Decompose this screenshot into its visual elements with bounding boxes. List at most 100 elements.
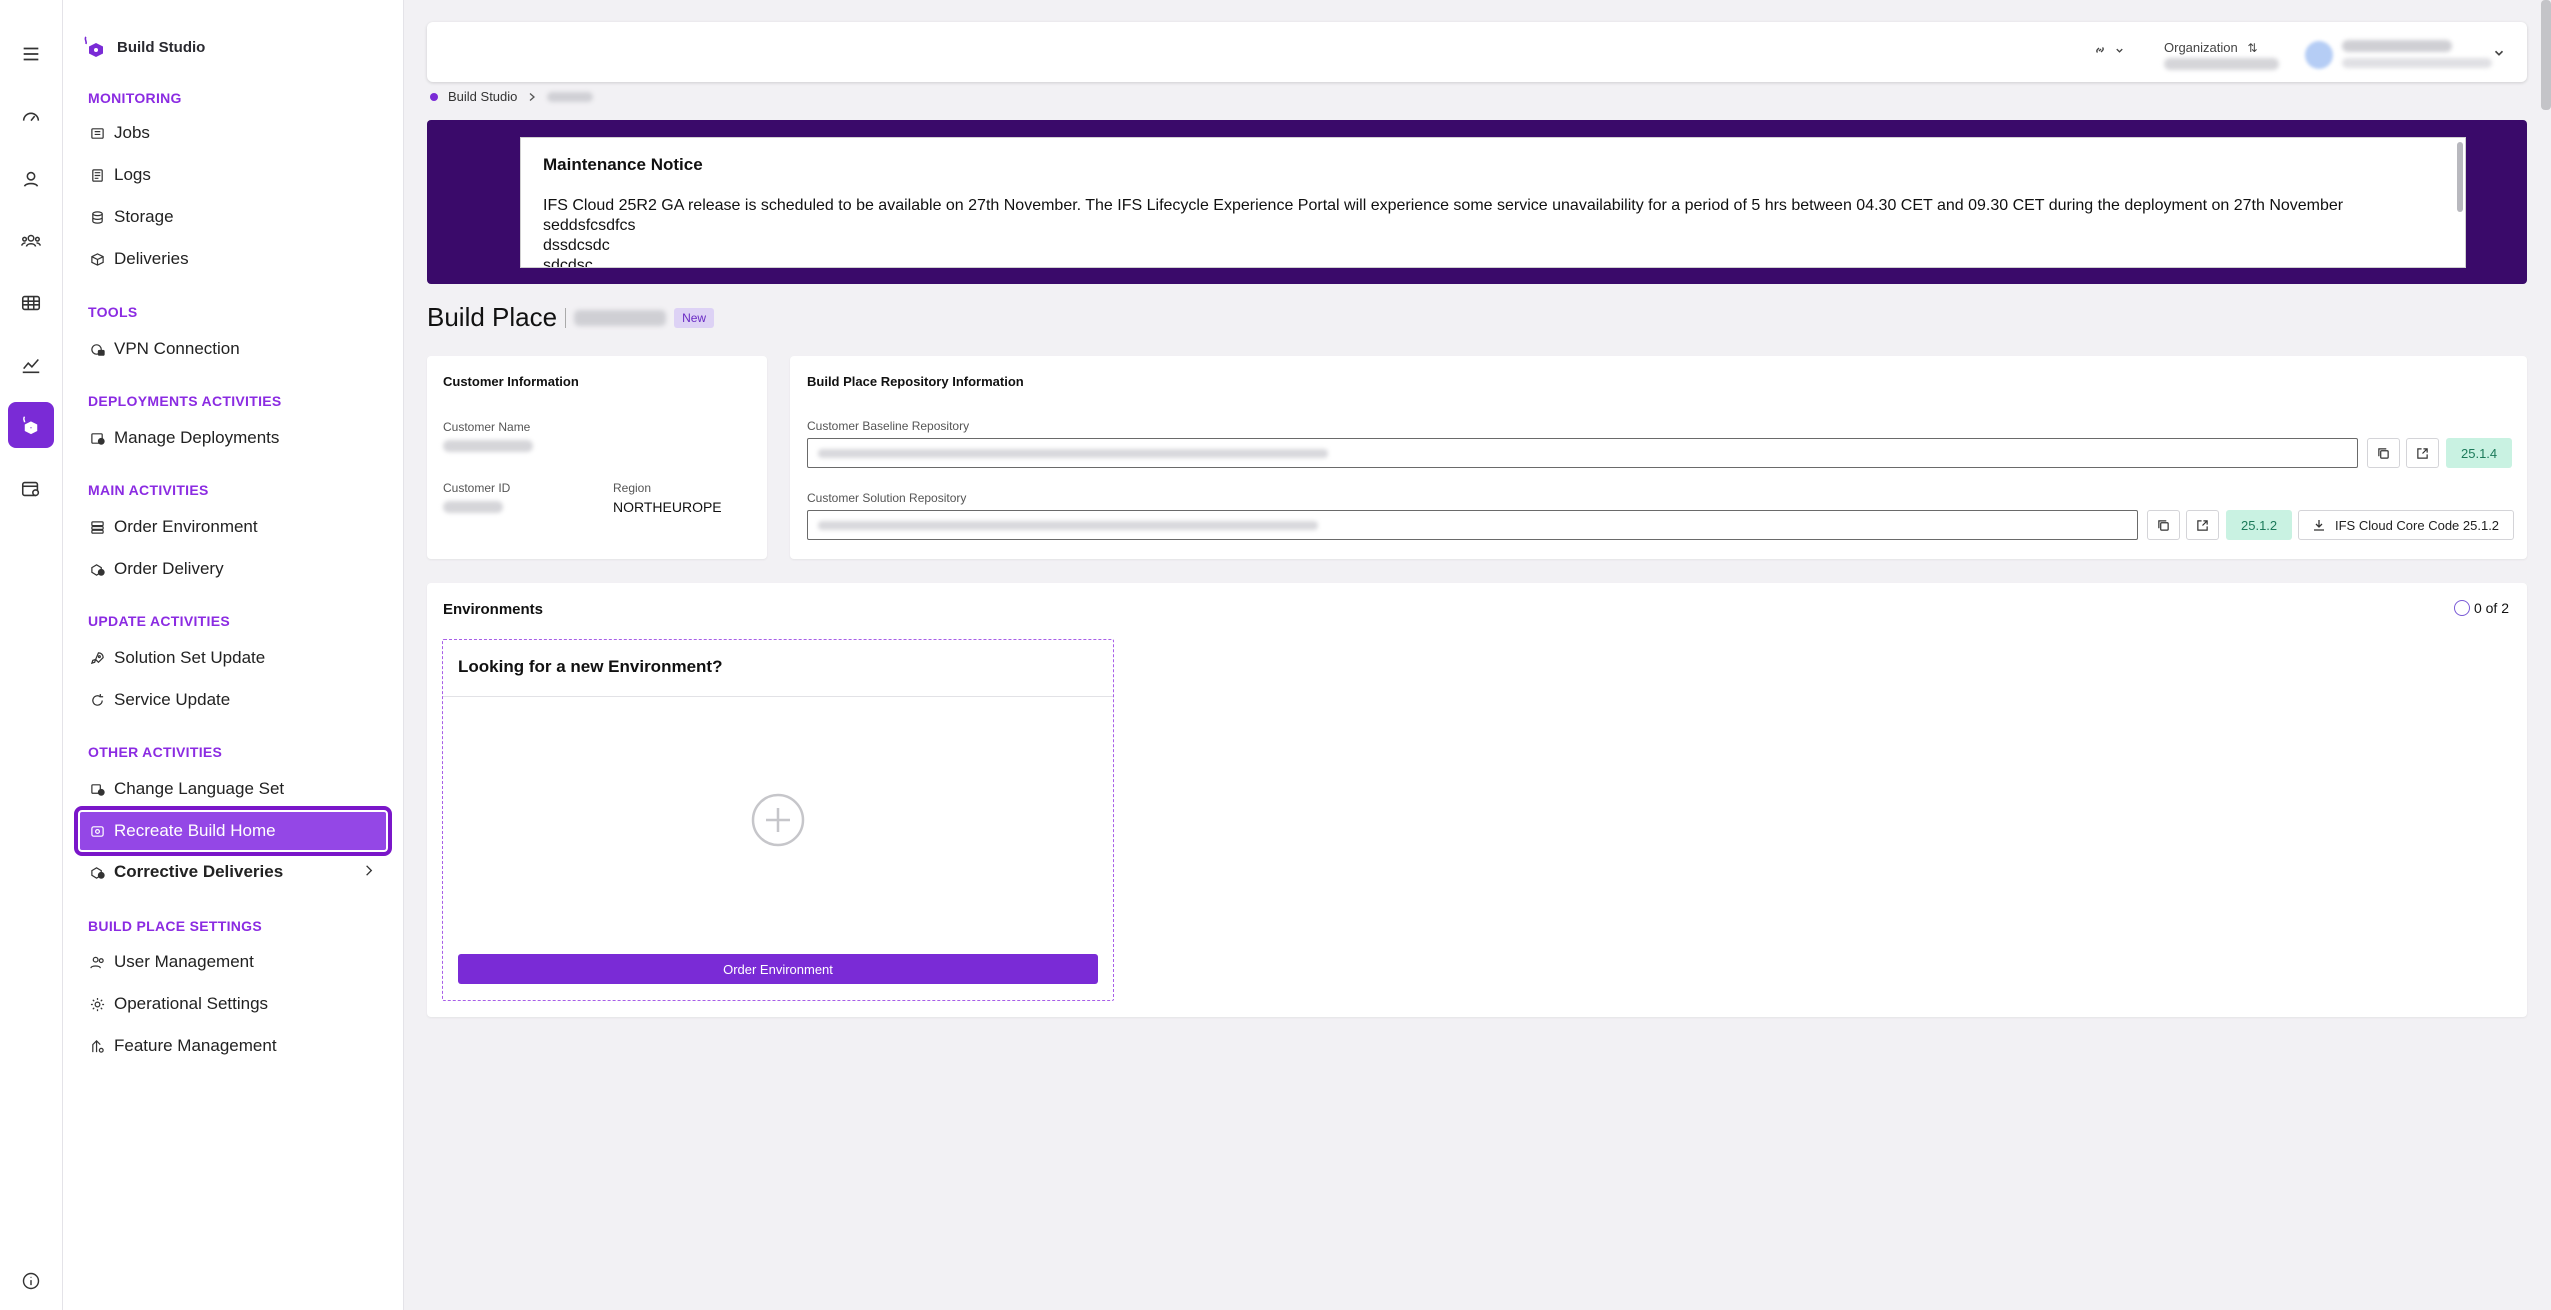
sidebar-item-order-delivery[interactable]: Order Delivery <box>80 550 386 588</box>
sidebar-item-recreate-build-home[interactable]: Recreate Build Home <box>74 806 392 856</box>
environment-count-text: 0 of 2 <box>2473 600 2509 616</box>
sidebar-item-solution-set-update[interactable]: Solution Set Update <box>80 639 386 677</box>
analytics-icon[interactable] <box>8 342 54 388</box>
copy-solution-button[interactable] <box>2147 510 2180 540</box>
deliveries-icon <box>91 252 104 266</box>
menu-icon[interactable] <box>8 31 54 77</box>
breadcrumb-dot-icon <box>430 92 438 101</box>
baseline-repo-label: Customer Baseline Repository <box>807 419 970 433</box>
progress-ring-icon <box>2453 600 2470 616</box>
grid-table-icon[interactable] <box>8 280 54 326</box>
baseline-repo-input[interactable] <box>807 438 2358 468</box>
open-baseline-button[interactable] <box>2406 438 2439 468</box>
chevron-right-icon <box>366 865 373 876</box>
sidebar-item-label: Operational Settings <box>114 994 269 1013</box>
language-icon <box>91 783 105 796</box>
customer-info-card: Customer Information Customer Name Custo… <box>427 356 767 559</box>
brand-name: Build Studio <box>117 38 206 56</box>
customer-id-value <box>443 501 503 513</box>
section-monitoring: MONITORING <box>88 90 182 106</box>
dashboard-icon[interactable] <box>8 94 54 140</box>
sidebar-item-label: Feature Management <box>114 1036 277 1055</box>
link-menu[interactable] <box>2092 42 2125 58</box>
solution-repo-label: Customer Solution Repository <box>807 491 967 505</box>
user-icon[interactable] <box>8 156 54 202</box>
sidebar-item-user-management[interactable]: User Management <box>80 943 386 981</box>
new-environment-title: Looking for a new Environment? <box>458 657 723 676</box>
user-menu-chevron-icon[interactable] <box>2492 46 2506 60</box>
add-circle-icon[interactable] <box>750 792 806 848</box>
sidebar-item-label: Deliveries <box>114 249 189 268</box>
feature-icon <box>92 1039 104 1053</box>
avatar[interactable] <box>2305 41 2333 69</box>
solution-repo-input[interactable] <box>807 510 2138 540</box>
sidebar-item-service-update[interactable]: Service Update <box>80 681 386 719</box>
customer-id-label: Customer ID <box>443 481 511 495</box>
build-studio-icon[interactable] <box>8 402 54 448</box>
user-email <box>2342 58 2492 68</box>
brand[interactable]: Build Studio <box>81 34 205 60</box>
region-label: Region <box>613 481 652 495</box>
logs-icon <box>92 168 103 182</box>
divider <box>443 696 1113 697</box>
copy-icon <box>2378 447 2389 459</box>
maintenance-banner: Maintenance Notice IFS Cloud 25R2 GA rel… <box>427 120 2527 284</box>
team-icon[interactable] <box>8 218 54 264</box>
top-header: Organization ⇅ <box>427 22 2527 82</box>
gear-icon <box>90 997 105 1011</box>
sidebar-item-vpn[interactable]: VPN Connection <box>80 330 386 368</box>
open-solution-button[interactable] <box>2186 510 2219 540</box>
chevron-right-icon <box>529 92 536 101</box>
organization-label: Organization <box>2164 40 2238 55</box>
baseline-version-badge: 25.1.4 <box>2446 438 2513 468</box>
sidebar-item-deliveries[interactable]: Deliveries <box>80 240 386 278</box>
sidebar-item-change-language-set[interactable]: Change Language Set <box>80 770 386 808</box>
sidebar-item-order-environment[interactable]: Order Environment <box>80 508 386 546</box>
section-main: MAIN ACTIVITIES <box>88 482 209 498</box>
sidebar-item-storage[interactable]: Storage <box>80 198 386 236</box>
repo-info-card: Build Place Repository Information Custo… <box>790 356 2527 559</box>
calendar-settings-icon[interactable] <box>8 466 54 512</box>
user-name <box>2342 40 2452 52</box>
sidebar-item-label: Solution Set Update <box>114 648 266 667</box>
server-icon <box>91 520 104 534</box>
customer-name-value <box>443 440 533 452</box>
rocket-icon <box>90 651 104 664</box>
new-environment-card[interactable]: Looking for a new Environment? Order Env… <box>442 639 1114 1001</box>
title-separator <box>565 307 567 328</box>
sidebar-item-corrective-deliveries[interactable]: Corrective Deliveries <box>80 853 386 891</box>
notice-scrollbar[interactable] <box>2457 142 2463 212</box>
organization-switcher[interactable]: Organization ⇅ <box>2164 40 2257 55</box>
card-title: Customer Information <box>443 374 579 389</box>
notice-body: IFS Cloud 25R2 GA release is scheduled t… <box>543 196 2343 267</box>
sidebar-item-label: Change Language Set <box>114 779 285 798</box>
section-update: UPDATE ACTIVITIES <box>88 613 230 629</box>
sidebar-item-operational-settings[interactable]: Operational Settings <box>80 985 386 1023</box>
sidebar-item-logs[interactable]: Logs <box>80 156 386 194</box>
page-title: Build Place <box>427 302 558 332</box>
sidebar-item-label: Jobs <box>114 123 150 142</box>
order-delivery-icon <box>91 563 105 576</box>
storage-icon <box>92 210 103 224</box>
sidebar-item-jobs[interactable]: Jobs <box>80 114 386 152</box>
breadcrumb: Build Studio <box>430 89 594 104</box>
sidebar-item-label: Order Environment <box>114 517 258 536</box>
download-core-code-button[interactable]: IFS Cloud Core Code 25.1.2 <box>2298 510 2515 540</box>
external-link-icon <box>2197 519 2208 531</box>
copy-icon <box>2158 519 2169 531</box>
sidebar-item-manage-deployments[interactable]: Manage Deployments <box>80 419 386 457</box>
page-scrollbar[interactable] <box>2541 0 2551 110</box>
maintenance-notice: Maintenance Notice IFS Cloud 25R2 GA rel… <box>520 137 2466 268</box>
breadcrumb-current <box>547 91 594 102</box>
copy-baseline-button[interactable] <box>2367 438 2400 468</box>
section-settings: BUILD PLACE SETTINGS <box>88 918 263 934</box>
section-other: OTHER ACTIVITIES <box>88 744 223 760</box>
sidebar-item-label: Recreate Build Home <box>114 821 276 840</box>
sidebar-item-feature-management[interactable]: Feature Management <box>80 1027 386 1065</box>
breadcrumb-root[interactable]: Build Studio <box>448 89 517 104</box>
order-environment-button[interactable]: Order Environment <box>458 954 1098 984</box>
environments-card: Environments 0 of 2 Looking for a new En… <box>427 583 2527 1017</box>
external-link-icon <box>2417 447 2428 459</box>
info-icon[interactable] <box>21 1271 41 1291</box>
refresh-icon <box>92 693 104 706</box>
